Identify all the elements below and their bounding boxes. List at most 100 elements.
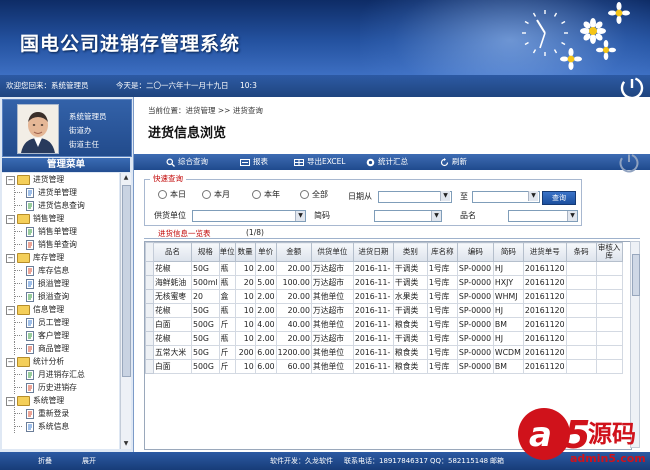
refresh-button[interactable]: 刷新 <box>440 154 467 170</box>
table-cell[interactable] <box>565 289 597 304</box>
table-cell[interactable]: 60.00 <box>275 359 312 374</box>
table-cell[interactable]: 20.00 <box>275 331 312 346</box>
table-cell[interactable]: 白面 <box>153 359 192 374</box>
table-cell[interactable]: SP-0000 <box>456 261 494 276</box>
table-cell[interactable]: 500ml <box>191 275 220 290</box>
column-header[interactable]: 数量 <box>234 242 256 262</box>
scroll-down-arrow-icon[interactable]: ▼ <box>121 439 131 449</box>
table-cell[interactable] <box>595 359 623 374</box>
table-cell[interactable]: 粮食类 <box>392 359 428 374</box>
table-cell[interactable]: 其他单位 <box>310 345 354 360</box>
row-header[interactable] <box>145 303 154 318</box>
menu-item[interactable]: 月进销存汇总 <box>2 368 119 381</box>
table-cell[interactable]: 2.00 <box>254 289 277 304</box>
table-cell[interactable]: 20161120 <box>522 275 567 290</box>
name-select[interactable]: ▼ <box>508 210 578 222</box>
table-cell[interactable] <box>595 331 623 346</box>
column-header[interactable]: 类别 <box>392 242 428 262</box>
column-header[interactable]: 品名 <box>153 242 192 262</box>
table-cell[interactable] <box>595 303 623 318</box>
table-cell[interactable]: 干调类 <box>392 303 428 318</box>
column-header[interactable]: 进货日期 <box>352 242 394 262</box>
table-row[interactable]: 花椒 50G 瓶 10 2.00 20.00 万达超市 2016-11- 干调类 1号库 SP-00… <box>145 261 623 276</box>
table-cell[interactable]: WHMJ <box>492 289 524 304</box>
column-header[interactable]: 库名称 <box>426 242 458 262</box>
menu-item[interactable]: 损溢管理 <box>2 277 119 290</box>
table-cell[interactable]: 2016-11- <box>352 317 394 332</box>
menu-item[interactable]: 商品管理 <box>2 342 119 355</box>
table-cell[interactable]: 20161120 <box>522 303 567 318</box>
table-cell[interactable]: HJ <box>492 261 524 276</box>
table-cell[interactable]: 6.00 <box>254 345 277 360</box>
menu-group[interactable]: − 库存管理 <box>2 251 119 264</box>
table-cell[interactable]: 20161120 <box>522 345 567 360</box>
table-cell[interactable]: 2016-11- <box>352 359 394 374</box>
table-row[interactable]: 花椒 50G 瓶 10 2.00 20.00 万达超市 2016-11- 干调类 1号库 SP-00… <box>145 331 623 346</box>
table-cell[interactable]: 斤 <box>218 345 236 360</box>
table-cell[interactable]: 1号库 <box>426 289 458 304</box>
expand-button[interactable]: 展开 <box>82 452 96 470</box>
table-cell[interactable]: 50G <box>191 331 220 346</box>
table-cell[interactable]: 1号库 <box>426 345 458 360</box>
supplier-select[interactable]: ▼ <box>192 210 306 222</box>
table-cell[interactable] <box>595 261 623 276</box>
table-cell[interactable]: 瓶 <box>218 261 236 276</box>
table-cell[interactable]: 20161120 <box>522 317 567 332</box>
row-header[interactable] <box>145 289 154 304</box>
column-header[interactable]: 单价 <box>254 242 277 262</box>
table-cell[interactable]: 花椒 <box>153 261 192 276</box>
table-cell[interactable] <box>565 317 597 332</box>
table-cell[interactable]: SP-0000 <box>456 289 494 304</box>
column-header[interactable]: 单位 <box>218 242 236 262</box>
table-cell[interactable]: 20 <box>234 275 256 290</box>
table-cell[interactable]: 瓶 <box>218 303 236 318</box>
table-cell[interactable]: 盒 <box>218 289 236 304</box>
table-row[interactable]: 海鲜蚝油 500ml 瓶 20 5.00 100.00 万达超市 2016-11- 干调类 1号库… <box>145 275 623 290</box>
row-header[interactable] <box>145 275 154 290</box>
table-cell[interactable]: 万达超市 <box>310 331 354 346</box>
table-cell[interactable]: 20.00 <box>275 289 312 304</box>
table-cell[interactable]: 500G <box>191 317 220 332</box>
table-cell[interactable]: 万达超市 <box>310 275 354 290</box>
power-icon[interactable] <box>618 152 640 174</box>
table-cell[interactable]: 100.00 <box>275 275 312 290</box>
menu-group[interactable]: − 进货管理 <box>2 173 119 186</box>
table-cell[interactable]: 10 <box>234 317 256 332</box>
scroll-thumb[interactable] <box>122 185 131 377</box>
table-cell[interactable]: 干调类 <box>392 331 428 346</box>
overview-query-button[interactable]: 综合查询 <box>166 154 208 170</box>
table-cell[interactable] <box>595 317 623 332</box>
table-cell[interactable]: 其他单位 <box>310 289 354 304</box>
table-cell[interactable]: 40.00 <box>275 317 312 332</box>
scroll-up-arrow-icon[interactable]: ▲ <box>121 173 131 183</box>
table-cell[interactable]: 1号库 <box>426 303 458 318</box>
table-cell[interactable]: SP-0000 <box>456 317 494 332</box>
table-cell[interactable]: 粮食类 <box>392 345 428 360</box>
scroll-thumb[interactable] <box>632 254 640 296</box>
menu-item[interactable]: 进货单管理 <box>2 186 119 199</box>
table-cell[interactable] <box>565 359 597 374</box>
table-cell[interactable] <box>565 345 597 360</box>
report-button[interactable]: 报表 <box>240 154 268 170</box>
menu-item[interactable]: 进货信息查询 <box>2 199 119 212</box>
table-cell[interactable]: 2.00 <box>254 303 277 318</box>
table-cell[interactable]: 5.00 <box>254 275 277 290</box>
table-cell[interactable]: 海鲜蚝油 <box>153 275 192 290</box>
row-header[interactable] <box>145 317 154 332</box>
menu-group[interactable]: − 系统管理 <box>2 394 119 407</box>
menu-item[interactable]: 销售单管理 <box>2 225 119 238</box>
menu-item[interactable]: 员工管理 <box>2 316 119 329</box>
table-cell[interactable]: 20161120 <box>522 359 567 374</box>
table-cell[interactable]: 50G <box>191 303 220 318</box>
table-cell[interactable]: 10 <box>234 289 256 304</box>
table-cell[interactable]: SP-0000 <box>456 331 494 346</box>
menu-item[interactable]: 销售单查询 <box>2 238 119 251</box>
table-cell[interactable]: 2016-11- <box>352 331 394 346</box>
table-cell[interactable]: 2.00 <box>254 261 277 276</box>
table-cell[interactable]: 白面 <box>153 317 192 332</box>
table-cell[interactable]: 五常大米 <box>153 345 192 360</box>
table-cell[interactable]: 斤 <box>218 359 236 374</box>
table-row[interactable]: 白面 500G 斤 10 6.00 60.00 其他单位 2016-11- 粮食类 1号库 SP-0… <box>145 359 623 374</box>
table-cell[interactable]: BM <box>492 359 524 374</box>
table-cell[interactable]: HJ <box>492 303 524 318</box>
